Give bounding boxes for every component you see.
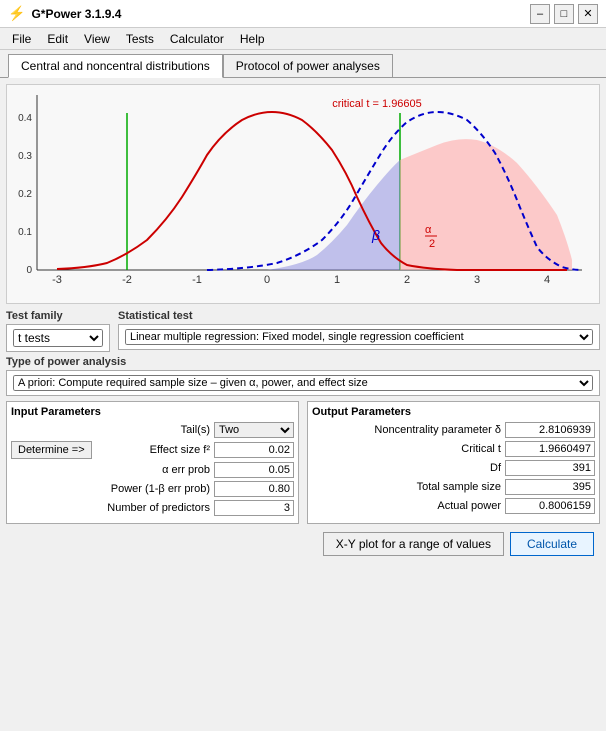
svg-text:1: 1 — [334, 274, 340, 286]
calculate-button[interactable]: Calculate — [510, 532, 594, 556]
power-analysis-label: Type of power analysis — [6, 356, 600, 368]
param-row-power: Power (1-β err prob) — [11, 481, 294, 497]
main-content: -3 -2 -1 0 1 2 3 4 0 0.1 0.2 0.3 0.4 cri… — [0, 78, 606, 566]
svg-text:0.4: 0.4 — [18, 113, 32, 124]
output-row-df: Df — [312, 460, 595, 476]
noncentrality-label: Noncentrality parameter δ — [312, 424, 501, 436]
stat-test-select[interactable]: Linear multiple regression: Fixed model,… — [125, 329, 593, 345]
power-label: Power (1-β err prob) — [111, 483, 210, 495]
maximize-button[interactable]: □ — [554, 4, 574, 24]
input-params-box: Input Parameters Tail(s) Two One Determi… — [6, 401, 299, 524]
param-row-predictors: Number of predictors — [11, 500, 294, 516]
svg-text:0: 0 — [264, 274, 270, 286]
power-input[interactable] — [214, 481, 294, 497]
test-family-box: t tests F tests χ² tests z tests — [6, 324, 110, 352]
tab-central[interactable]: Central and noncentral distributions — [8, 54, 223, 78]
svg-text:-2: -2 — [122, 274, 132, 286]
title-bar-title: ⚡ G*Power 3.1.9.4 — [8, 5, 121, 22]
df-value — [505, 460, 595, 476]
svg-text:-3: -3 — [52, 274, 62, 286]
menu-view[interactable]: View — [76, 30, 118, 48]
svg-text:0: 0 — [26, 265, 32, 276]
noncentrality-value — [505, 422, 595, 438]
graph-area: -3 -2 -1 0 1 2 3 4 0 0.1 0.2 0.3 0.4 cri… — [6, 84, 600, 304]
title-bar: ⚡ G*Power 3.1.9.4 – □ ✕ — [0, 0, 606, 28]
menu-bar: File Edit View Tests Calculator Help — [0, 28, 606, 50]
menu-edit[interactable]: Edit — [39, 30, 76, 48]
predictors-label: Number of predictors — [107, 502, 210, 514]
svg-text:-1: -1 — [192, 274, 202, 286]
menu-calculator[interactable]: Calculator — [162, 30, 232, 48]
params-section: Input Parameters Tail(s) Two One Determi… — [6, 401, 600, 524]
power-analysis-box: A priori: Compute required sample size –… — [6, 370, 600, 396]
output-row-critical-t: Critical t — [312, 441, 595, 457]
menu-help[interactable]: Help — [232, 30, 273, 48]
critical-t-value — [505, 441, 595, 457]
param-row-alpha: α err prob — [11, 462, 294, 478]
output-row-noncentrality: Noncentrality parameter δ — [312, 422, 595, 438]
output-row-sample-size: Total sample size — [312, 479, 595, 495]
predictors-input[interactable] — [214, 500, 294, 516]
power-analysis-section: Type of power analysis A priori: Compute… — [6, 356, 600, 396]
stat-test-section: Statistical test Linear multiple regress… — [118, 310, 600, 350]
app-icon: ⚡ — [8, 5, 25, 22]
tab-protocol[interactable]: Protocol of power analyses — [223, 54, 393, 77]
svg-text:0.3: 0.3 — [18, 151, 32, 162]
actual-power-value — [505, 498, 595, 514]
alpha-label: α err prob — [162, 464, 210, 476]
window-controls[interactable]: – □ ✕ — [530, 4, 598, 24]
test-family-select[interactable]: t tests F tests χ² tests z tests — [13, 329, 103, 347]
bottom-buttons: X-Y plot for a range of values Calculate — [6, 528, 600, 560]
xy-plot-button[interactable]: X-Y plot for a range of values — [323, 532, 504, 556]
determine-button[interactable]: Determine => — [11, 441, 92, 459]
menu-file[interactable]: File — [4, 30, 39, 48]
svg-text:2: 2 — [429, 238, 435, 250]
param-row-effect-size: Determine => Effect size f² — [11, 441, 294, 459]
output-row-actual-power: Actual power — [312, 498, 595, 514]
app-title: G*Power 3.1.9.4 — [31, 7, 121, 21]
sample-size-value — [505, 479, 595, 495]
test-family-label: Test family — [6, 310, 110, 322]
svg-text:2: 2 — [404, 274, 410, 286]
svg-text:β: β — [371, 227, 380, 243]
sample-size-label: Total sample size — [312, 481, 501, 493]
power-analysis-select[interactable]: A priori: Compute required sample size –… — [13, 375, 593, 391]
input-params-title: Input Parameters — [11, 406, 294, 418]
test-section-row: Test family t tests F tests χ² tests z t… — [6, 310, 600, 352]
menu-tests[interactable]: Tests — [118, 30, 162, 48]
minimize-button[interactable]: – — [530, 4, 550, 24]
stat-test-box: Linear multiple regression: Fixed model,… — [118, 324, 600, 350]
svg-text:critical t = 1.96605: critical t = 1.96605 — [332, 98, 422, 110]
svg-text:α: α — [425, 224, 432, 236]
svg-text:4: 4 — [544, 274, 550, 286]
tails-select[interactable]: Two One — [214, 422, 294, 438]
tabs-bar: Central and noncentral distributions Pro… — [0, 50, 606, 78]
svg-text:3: 3 — [474, 274, 480, 286]
effect-size-input[interactable] — [214, 442, 294, 458]
stat-test-label: Statistical test — [118, 310, 600, 322]
actual-power-label: Actual power — [312, 500, 501, 512]
alpha-input[interactable] — [214, 462, 294, 478]
param-row-tails: Tail(s) Two One — [11, 422, 294, 438]
close-button[interactable]: ✕ — [578, 4, 598, 24]
svg-text:0.2: 0.2 — [18, 189, 32, 200]
df-label: Df — [312, 462, 501, 474]
output-params-box: Output Parameters Noncentrality paramete… — [307, 401, 600, 524]
effect-size-label: Effect size f² — [150, 444, 210, 456]
critical-t-label: Critical t — [312, 443, 501, 455]
tails-label: Tail(s) — [181, 424, 210, 436]
test-family-section: Test family t tests F tests χ² tests z t… — [6, 310, 110, 352]
output-params-title: Output Parameters — [312, 406, 595, 418]
svg-text:0.1: 0.1 — [18, 227, 32, 238]
